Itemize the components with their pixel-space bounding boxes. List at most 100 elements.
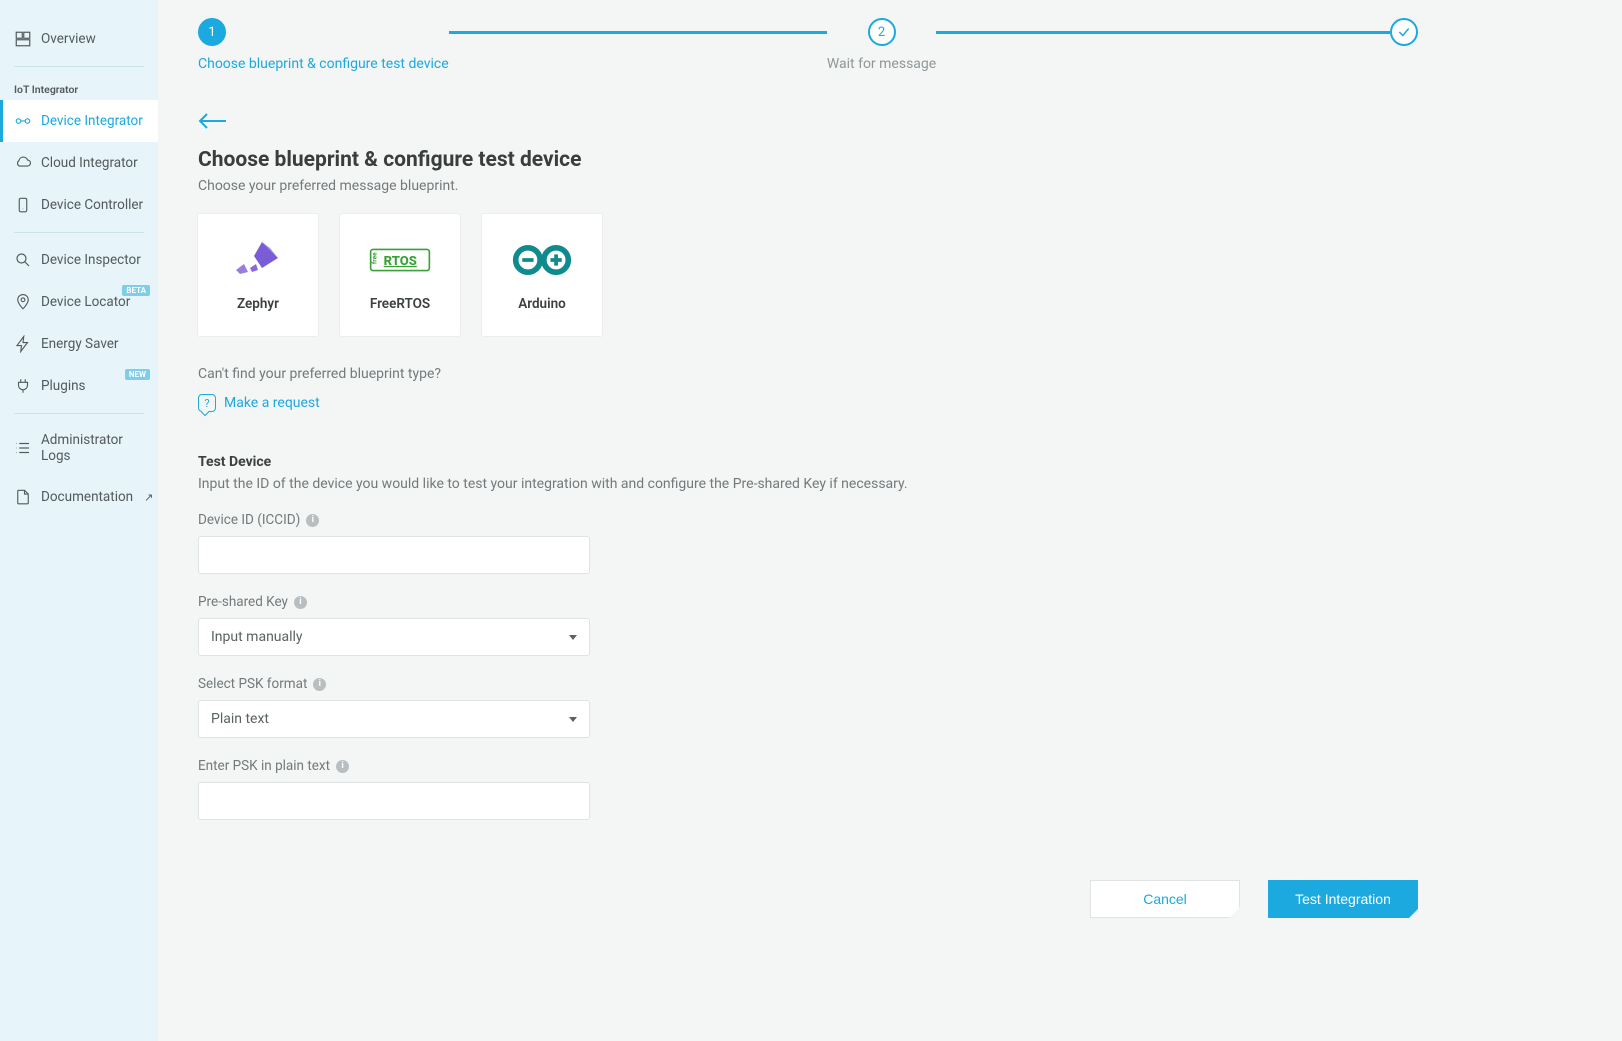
sidebar-item-label: Plugins: [41, 378, 144, 394]
sidebar-item-label: Device Integrator: [41, 113, 144, 129]
psk-group: Pre-shared Key i Input manually: [198, 594, 590, 656]
info-icon[interactable]: i: [294, 596, 307, 609]
sidebar-item-device-locator[interactable]: Device Locator BETA: [0, 281, 158, 323]
sidebar-item-label: Device Locator: [41, 294, 144, 310]
controller-icon: [14, 196, 32, 214]
test-device-title: Test Device: [198, 454, 1418, 470]
select-value: Input manually: [211, 629, 303, 645]
sidebar-item-device-controller[interactable]: Device Controller: [0, 184, 158, 226]
blueprint-card-arduino[interactable]: Arduino: [482, 214, 602, 336]
test-integration-button[interactable]: Test Integration: [1268, 880, 1418, 918]
arrow-left-icon: [198, 112, 228, 130]
beta-badge: BETA: [122, 285, 150, 296]
blueprint-label: Zephyr: [237, 296, 279, 312]
psk-format-group: Select PSK format i Plain text: [198, 676, 590, 738]
step-3-circle: [1390, 18, 1418, 46]
step-2: 2 Wait for message: [827, 18, 936, 72]
psk-plain-group: Enter PSK in plain text i: [198, 758, 590, 820]
zephyr-logo-icon: [227, 238, 289, 282]
psk-plain-label: Enter PSK in plain text i: [198, 758, 590, 774]
chevron-down-icon: [569, 635, 577, 640]
blueprint-card-freertos[interactable]: free RTOS FreeRTOS: [340, 214, 460, 336]
device-id-label: Device ID (ICCID) i: [198, 512, 590, 528]
info-icon[interactable]: i: [306, 514, 319, 527]
step-3: .: [1390, 18, 1418, 72]
step-1-circle: 1: [198, 18, 226, 46]
svg-text:RTOS: RTOS: [384, 254, 417, 269]
label-text: Device ID (ICCID): [198, 512, 300, 528]
make-request-link[interactable]: ? Make a request: [198, 394, 320, 412]
device-id-input[interactable]: [198, 536, 590, 574]
blueprint-card-zephyr[interactable]: Zephyr: [198, 214, 318, 336]
cloud-icon: [14, 154, 32, 172]
external-link-icon: ↗: [144, 491, 153, 504]
step-line: [449, 31, 827, 34]
blueprint-label: FreeRTOS: [370, 296, 430, 312]
footer-actions: Cancel Test Integration: [198, 880, 1418, 918]
sidebar-section-title: IoT Integrator: [0, 73, 158, 100]
psk-label: Pre-shared Key i: [198, 594, 590, 610]
psk-plain-input[interactable]: [198, 782, 590, 820]
sidebar-item-label: Administrator Logs: [41, 432, 144, 464]
sidebar-item-label: Overview: [41, 31, 144, 47]
chevron-down-icon: [569, 717, 577, 722]
sidebar-item-cloud-integrator[interactable]: Cloud Integrator: [0, 142, 158, 184]
device-integrator-icon: [14, 112, 32, 130]
divider: [14, 413, 144, 414]
new-badge: NEW: [125, 369, 150, 380]
sidebar-item-device-integrator[interactable]: Device Integrator: [0, 100, 158, 142]
step-2-circle: 2: [868, 18, 896, 46]
sidebar-item-label: Device Inspector: [41, 252, 144, 268]
question-icon: ?: [198, 394, 216, 412]
sidebar-item-label: Device Controller: [41, 197, 144, 213]
info-icon[interactable]: i: [313, 678, 326, 691]
request-hint: Can't find your preferred blueprint type…: [198, 366, 1418, 382]
device-id-group: Device ID (ICCID) i: [198, 512, 590, 574]
sidebar-item-label: Cloud Integrator: [41, 155, 144, 171]
select-value: Plain text: [211, 711, 269, 727]
label-text: Enter PSK in plain text: [198, 758, 330, 774]
location-icon: [14, 293, 32, 311]
page-subtitle: Choose your preferred message blueprint.: [198, 178, 1418, 194]
info-icon[interactable]: i: [336, 760, 349, 773]
psk-format-select[interactable]: Plain text: [198, 700, 590, 738]
step-1: 1 Choose blueprint & configure test devi…: [198, 18, 449, 72]
step-1-label: Choose blueprint & configure test device: [198, 56, 449, 72]
plug-icon: [14, 377, 32, 395]
sidebar-item-documentation[interactable]: Documentation ↗: [0, 476, 158, 518]
sidebar-item-admin-logs[interactable]: Administrator Logs: [0, 420, 158, 476]
make-request-label: Make a request: [224, 395, 320, 411]
sidebar: Overview IoT Integrator Device Integrato…: [0, 0, 158, 1041]
psk-select[interactable]: Input manually: [198, 618, 590, 656]
page-title: Choose blueprint & configure test device: [198, 148, 1418, 172]
label-text: Pre-shared Key: [198, 594, 288, 610]
divider: [14, 232, 144, 233]
main-content: 1 Choose blueprint & configure test devi…: [158, 0, 1458, 1041]
sidebar-item-overview[interactable]: Overview: [0, 18, 158, 60]
blueprint-label: Arduino: [518, 296, 566, 312]
bolt-icon: [14, 335, 32, 353]
freertos-logo-icon: free RTOS: [369, 238, 431, 282]
arduino-logo-icon: [511, 238, 573, 282]
stepper: 1 Choose blueprint & configure test devi…: [198, 18, 1418, 72]
sidebar-item-energy-saver[interactable]: Energy Saver: [0, 323, 158, 365]
cancel-button[interactable]: Cancel: [1090, 880, 1240, 918]
sidebar-item-plugins[interactable]: Plugins NEW: [0, 365, 158, 407]
test-device-desc: Input the ID of the device you would lik…: [198, 476, 1418, 492]
sidebar-item-label: Documentation: [41, 489, 133, 505]
divider: [14, 66, 144, 67]
step-line: [936, 31, 1390, 34]
step-2-label: Wait for message: [827, 56, 936, 72]
grid-icon: [14, 30, 32, 48]
label-text: Select PSK format: [198, 676, 307, 692]
back-button[interactable]: [198, 112, 228, 130]
list-icon: [14, 439, 32, 457]
psk-format-label: Select PSK format i: [198, 676, 590, 692]
sidebar-item-label: Energy Saver: [41, 336, 144, 352]
document-icon: [14, 488, 32, 506]
blueprint-cards: Zephyr free RTOS FreeRTOS Arduino: [198, 214, 1418, 336]
check-icon: [1397, 25, 1411, 39]
sidebar-item-device-inspector[interactable]: Device Inspector: [0, 239, 158, 281]
search-icon: [14, 251, 32, 269]
svg-text:free: free: [370, 252, 378, 264]
